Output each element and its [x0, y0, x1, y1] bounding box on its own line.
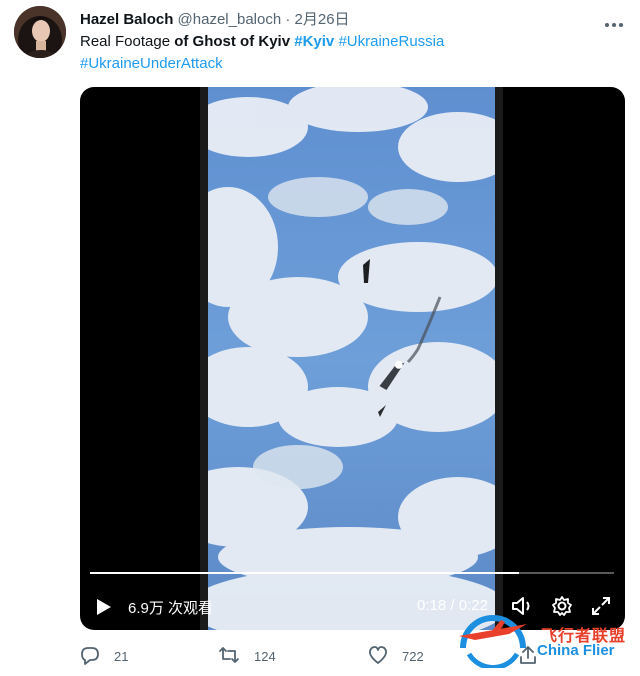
- video-letterbox-right: [495, 87, 503, 630]
- retweet-button[interactable]: 124: [218, 644, 276, 668]
- tweet-text-plain: Real Footage: [80, 33, 175, 50]
- hashtag-ukraineunderattack[interactable]: #UkraineUnderAttack: [80, 55, 223, 72]
- tweet-text: Real Footage of Ghost of Kyiv #Kyiv #Ukr…: [80, 31, 620, 75]
- like-button[interactable]: 722: [368, 644, 424, 668]
- video-frame[interactable]: [208, 87, 495, 630]
- reply-icon: [80, 645, 114, 668]
- retweet-icon: [218, 645, 254, 668]
- avatar[interactable]: [14, 6, 66, 58]
- video-letterbox-left: [200, 87, 208, 630]
- tweet-date[interactable]: 2月26日: [295, 11, 350, 28]
- tweet-text-bold: of Ghost of Kyiv: [174, 33, 291, 50]
- watermark-logo: 飞行者联盟 China Flier: [455, 608, 635, 668]
- video-progress-bar[interactable]: [90, 572, 614, 574]
- reply-button[interactable]: 21: [80, 644, 128, 668]
- video-player[interactable]: 6.9万 次观看 0:18 / 0:22: [80, 87, 625, 630]
- video-progress-fill: [90, 572, 519, 574]
- author-name[interactable]: Hazel Baloch: [80, 11, 173, 28]
- video-current-time: 0:18: [417, 597, 447, 614]
- view-count: 6.9万 次观看: [128, 600, 214, 617]
- separator-dot: ·: [285, 11, 291, 28]
- tweet: Hazel Baloch @hazel_baloch · 2月26日 Real …: [0, 0, 640, 676]
- play-icon[interactable]: [96, 598, 112, 621]
- like-count: 722: [402, 648, 424, 664]
- author-handle[interactable]: @hazel_baloch: [178, 11, 282, 28]
- tweet-header: Hazel Baloch @hazel_baloch · 2月26日: [80, 8, 350, 29]
- like-icon: [368, 645, 402, 668]
- watermark-text-en: China Flier: [537, 642, 615, 659]
- more-icon[interactable]: [604, 12, 624, 33]
- hashtag-kyiv[interactable]: #Kyiv: [294, 33, 334, 50]
- retweet-count: 124: [254, 648, 276, 664]
- hashtag-ukrainerussia[interactable]: #UkraineRussia: [338, 33, 444, 50]
- reply-count: 21: [114, 648, 129, 664]
